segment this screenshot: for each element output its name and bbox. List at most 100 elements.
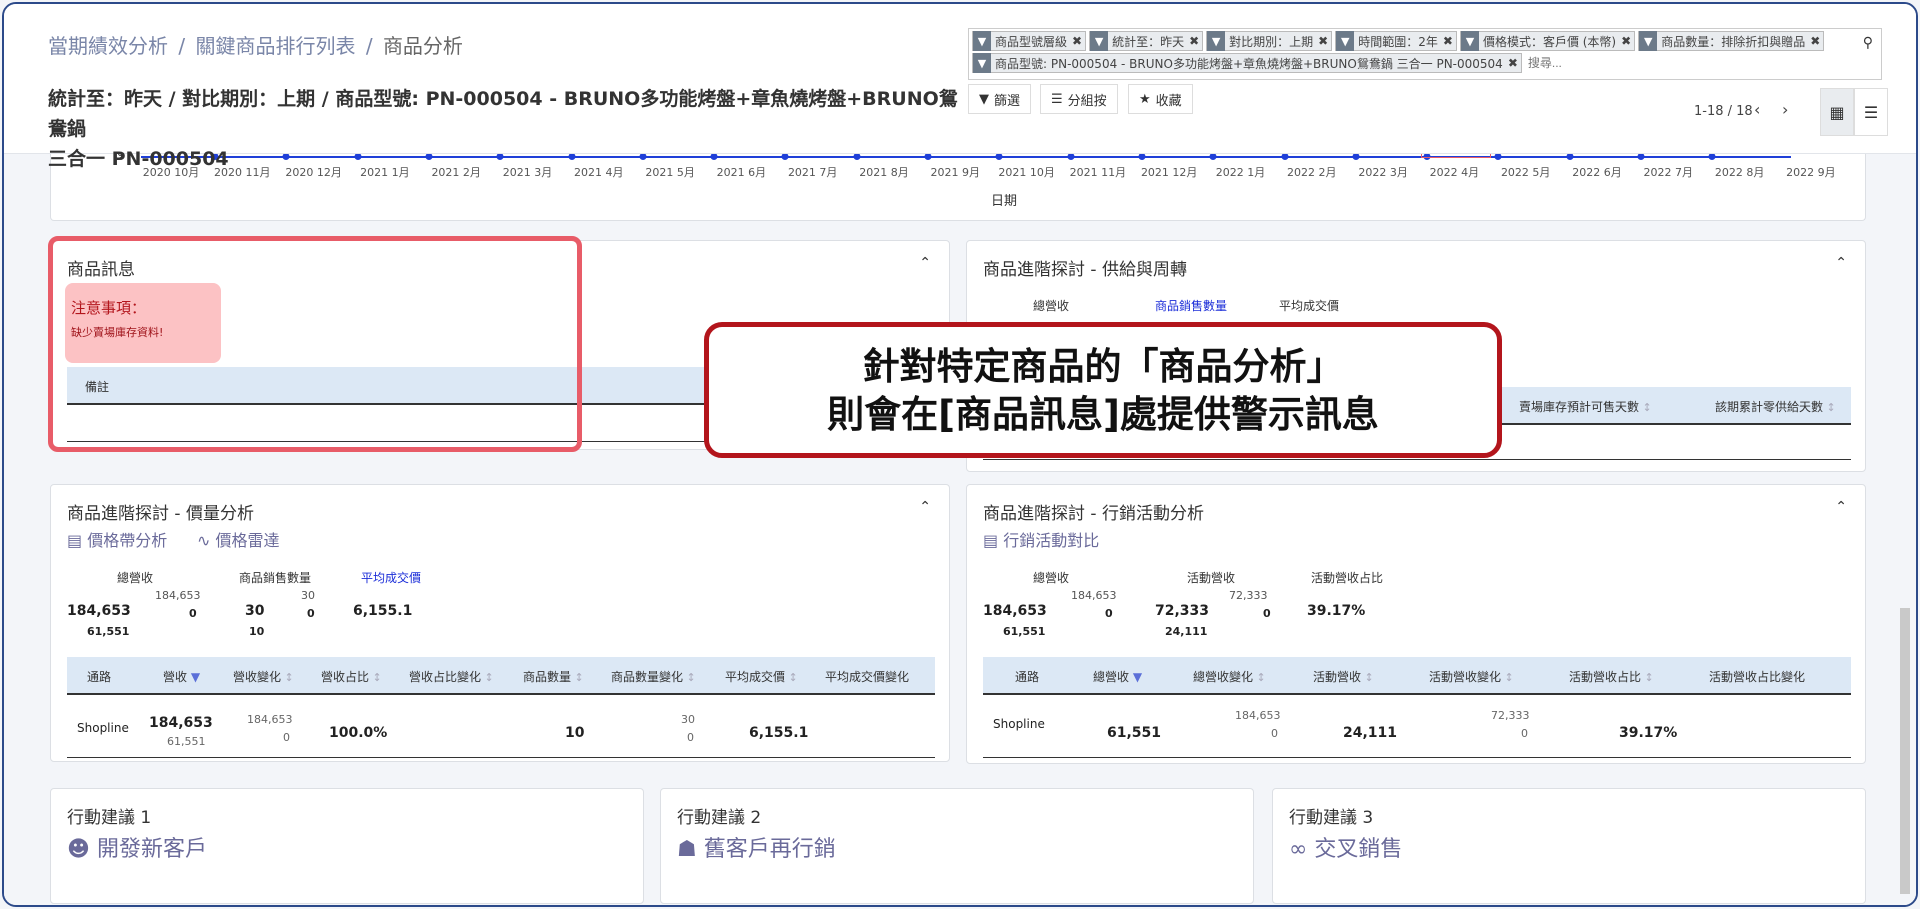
collapse-chevron-icon[interactable]: ⌃ bbox=[1835, 255, 1847, 271]
data-point[interactable] bbox=[1708, 153, 1716, 160]
column-header-total-revenue[interactable]: 總營收 ▼ bbox=[1093, 668, 1142, 685]
cross-sell-link[interactable]: ∞ 交叉銷售 bbox=[1289, 831, 1402, 863]
remove-facet-icon[interactable]: ✖ bbox=[1072, 34, 1082, 48]
supply-card-title: 商品進階探討 - 供給與周轉 bbox=[983, 260, 1187, 280]
campaign-compare-link[interactable]: ▤ 行銷活動對比 bbox=[983, 527, 1099, 551]
price-volume-card: 商品進階探討 - 價量分析 ⌃ ▤ 價格帶分析 ∿ 價格雷達 總營收 184,6… bbox=[50, 484, 950, 762]
cell-revenue-previous: 61,551 bbox=[167, 735, 206, 748]
column-header-total-revenue-change[interactable]: 總營收變化 bbox=[1193, 668, 1266, 685]
remove-facet-icon[interactable]: ✖ bbox=[1621, 34, 1631, 48]
action-card-1: 行動建議 1 ☻ 開發新客戶 bbox=[50, 788, 644, 904]
action-card-2: 行動建議 2 ☗ 舊客戶再行銷 bbox=[660, 788, 1254, 904]
column-header-revenue-share[interactable]: 營收占比 bbox=[321, 668, 382, 685]
remove-facet-icon[interactable]: ✖ bbox=[1318, 34, 1328, 48]
collapse-chevron-icon[interactable]: ⌃ bbox=[1835, 499, 1847, 515]
cell-campaign-share: 39.17% bbox=[1619, 725, 1678, 741]
search-input[interactable] bbox=[1527, 55, 1628, 70]
rss-icon: ∿ bbox=[197, 531, 211, 550]
data-point[interactable] bbox=[1209, 153, 1217, 160]
group-by-button[interactable]: ☰ 分組按 bbox=[1040, 84, 1118, 114]
price-volume-title: 商品進階探討 - 價量分析 bbox=[67, 504, 254, 524]
remarketing-link[interactable]: ☗ 舊客戶再行銷 bbox=[677, 831, 836, 863]
cell-revenue: 184,653 bbox=[149, 715, 213, 731]
price-radar-link[interactable]: ∿ 價格雷達 bbox=[197, 527, 280, 551]
new-customer-link[interactable]: ☻ 開發新客戶 bbox=[67, 831, 207, 863]
column-header-campaign-revenue[interactable]: 活動營收 bbox=[1313, 668, 1374, 685]
supply-table-divider bbox=[983, 459, 1851, 460]
facet-range[interactable]: ▼ 時間範圍：2年 ✖ bbox=[1335, 31, 1457, 51]
search-icon[interactable]: ⚲ bbox=[1863, 35, 1873, 51]
column-header-inventory-days[interactable]: 賣場庫存預計可售天數 bbox=[1519, 398, 1652, 415]
breadcrumb-item-ranking[interactable]: 關鍵商品排行列表 bbox=[195, 34, 355, 58]
filter-icon: ▼ bbox=[1207, 31, 1226, 51]
pager-next-icon[interactable]: › bbox=[1782, 100, 1788, 119]
data-point[interactable] bbox=[1494, 153, 1502, 160]
notice-box: 注意事項： 缺少賣場庫存資料! bbox=[65, 283, 221, 363]
collapse-chevron-icon[interactable]: ⌃ bbox=[919, 255, 931, 271]
column-header-revenue-change[interactable]: 營收變化 bbox=[233, 668, 294, 685]
kanban-view-icon[interactable]: ▦ bbox=[1820, 88, 1854, 136]
remove-facet-icon[interactable]: ✖ bbox=[1810, 34, 1820, 48]
stat-revenue-value: 184,653 bbox=[67, 603, 131, 619]
stat-quantity-compare2: 0 bbox=[307, 607, 315, 620]
list-view-icon[interactable]: ☰ bbox=[1854, 88, 1888, 136]
x-tick-label: 2022 8月 bbox=[1714, 166, 1765, 179]
facet-quantity[interactable]: ▼ 商品數量：排除折扣與贈品 ✖ bbox=[1638, 31, 1825, 51]
stat-campaign-compare2: 0 bbox=[1263, 607, 1271, 620]
filter-icon: ▼ bbox=[1090, 31, 1109, 51]
stat-avg-price-value: 6,155.1 bbox=[353, 603, 413, 619]
pager-previous-icon[interactable]: ‹ bbox=[1754, 100, 1760, 119]
x-tick-label: 2022 5月 bbox=[1500, 166, 1551, 179]
action-card-3: 行動建議 3 ∞ 交叉銷售 bbox=[1272, 788, 1866, 904]
cell-revenue-share: 100.0% bbox=[329, 725, 388, 741]
list-icon: ☰ bbox=[1051, 91, 1063, 107]
column-header-revenue[interactable]: 營收 ▼ bbox=[163, 668, 200, 685]
data-point[interactable] bbox=[1281, 153, 1288, 160]
favorite-button[interactable]: ★ 收藏 bbox=[1128, 84, 1193, 114]
price-band-link[interactable]: ▤ 價格帶分析 bbox=[67, 527, 167, 551]
remove-facet-icon[interactable]: ✖ bbox=[1508, 56, 1518, 70]
x-tick-label: 2022 2月 bbox=[1287, 166, 1337, 179]
facet-until[interactable]: ▼ 統計至：昨天 ✖ bbox=[1089, 31, 1204, 51]
column-header-channel: 通路 bbox=[87, 670, 112, 684]
facet-price-mode[interactable]: ▼ 價格模式：客戶價 (本幣) ✖ bbox=[1459, 31, 1636, 51]
cell-quantity: 10 bbox=[565, 725, 585, 741]
data-point[interactable] bbox=[1566, 153, 1574, 160]
notice-title: 注意事項： bbox=[71, 299, 147, 317]
column-header-campaign-share[interactable]: 活動營收占比 bbox=[1569, 668, 1654, 685]
remove-facet-icon[interactable]: ✖ bbox=[1443, 34, 1453, 48]
cell-revenue-change-top: 184,653 bbox=[247, 713, 293, 726]
stat-quantity-value: 30 bbox=[245, 603, 265, 619]
breadcrumb-item-performance[interactable]: 當期績效分析 bbox=[48, 34, 168, 58]
filter-icon: ▼ bbox=[973, 31, 991, 51]
scrollbar-thumb[interactable] bbox=[1900, 608, 1910, 894]
column-header-avg-price[interactable]: 平均成交價 bbox=[725, 668, 798, 685]
filter-button[interactable]: ▼ 篩選 bbox=[968, 84, 1032, 114]
column-header-share-change[interactable]: 營收占比變化 bbox=[409, 668, 494, 685]
facet-compare[interactable]: ▼ 對比期別：上期 ✖ bbox=[1206, 31, 1333, 51]
search-box[interactable]: ▼ 商品型號層級 ✖ ▼ 統計至：昨天 ✖ ▼ 對比期別：上期 ✖ ▼ 時間範圍：2年 ✖ ▼ 價格模式：… bbox=[968, 28, 1882, 80]
data-point[interactable] bbox=[995, 153, 1003, 160]
column-header-quantity-change[interactable]: 商品數量變化 bbox=[611, 668, 696, 685]
remove-facet-icon[interactable]: ✖ bbox=[1189, 34, 1199, 48]
data-point[interactable] bbox=[1352, 153, 1360, 160]
facet-level[interactable]: ▼ 商品型號層級 ✖ bbox=[972, 31, 1087, 51]
data-point[interactable] bbox=[1637, 153, 1645, 160]
column-header-zero-supply-days[interactable]: 該期累計零供給天數 bbox=[1715, 398, 1836, 415]
star-icon: ★ bbox=[1139, 91, 1151, 107]
link-icon: ∞ bbox=[1289, 837, 1308, 862]
cell-campaign-change-top: 72,333 bbox=[1491, 709, 1530, 722]
control-panel: 當期績效分析 / 關鍵商品排行列表 / 商品分析 統計至：昨天 / 對比期別：上… bbox=[4, 4, 1916, 170]
facet-product[interactable]: ▼ 商品型號: PN-000504 - BRUNO多功能烤盤+章魚燒烤盤+BRUN… bbox=[972, 53, 1522, 73]
stat-label-revenue: 總營收 bbox=[117, 571, 154, 585]
data-point[interactable] bbox=[1138, 153, 1146, 160]
data-point[interactable] bbox=[1067, 153, 1075, 160]
column-header-quantity[interactable]: 商品數量 bbox=[523, 668, 584, 685]
collapse-chevron-icon[interactable]: ⌃ bbox=[919, 499, 931, 515]
column-header-campaign-change[interactable]: 活動營收變化 bbox=[1429, 668, 1514, 685]
x-tick-label: 2022 3月 bbox=[1358, 166, 1408, 179]
cell-channel: Shopline bbox=[993, 717, 1045, 731]
x-tick-label: 2022 6月 bbox=[1572, 166, 1622, 179]
cell-channel: Shopline bbox=[77, 721, 129, 735]
cell-campaign-revenue: 24,111 bbox=[1343, 725, 1398, 741]
